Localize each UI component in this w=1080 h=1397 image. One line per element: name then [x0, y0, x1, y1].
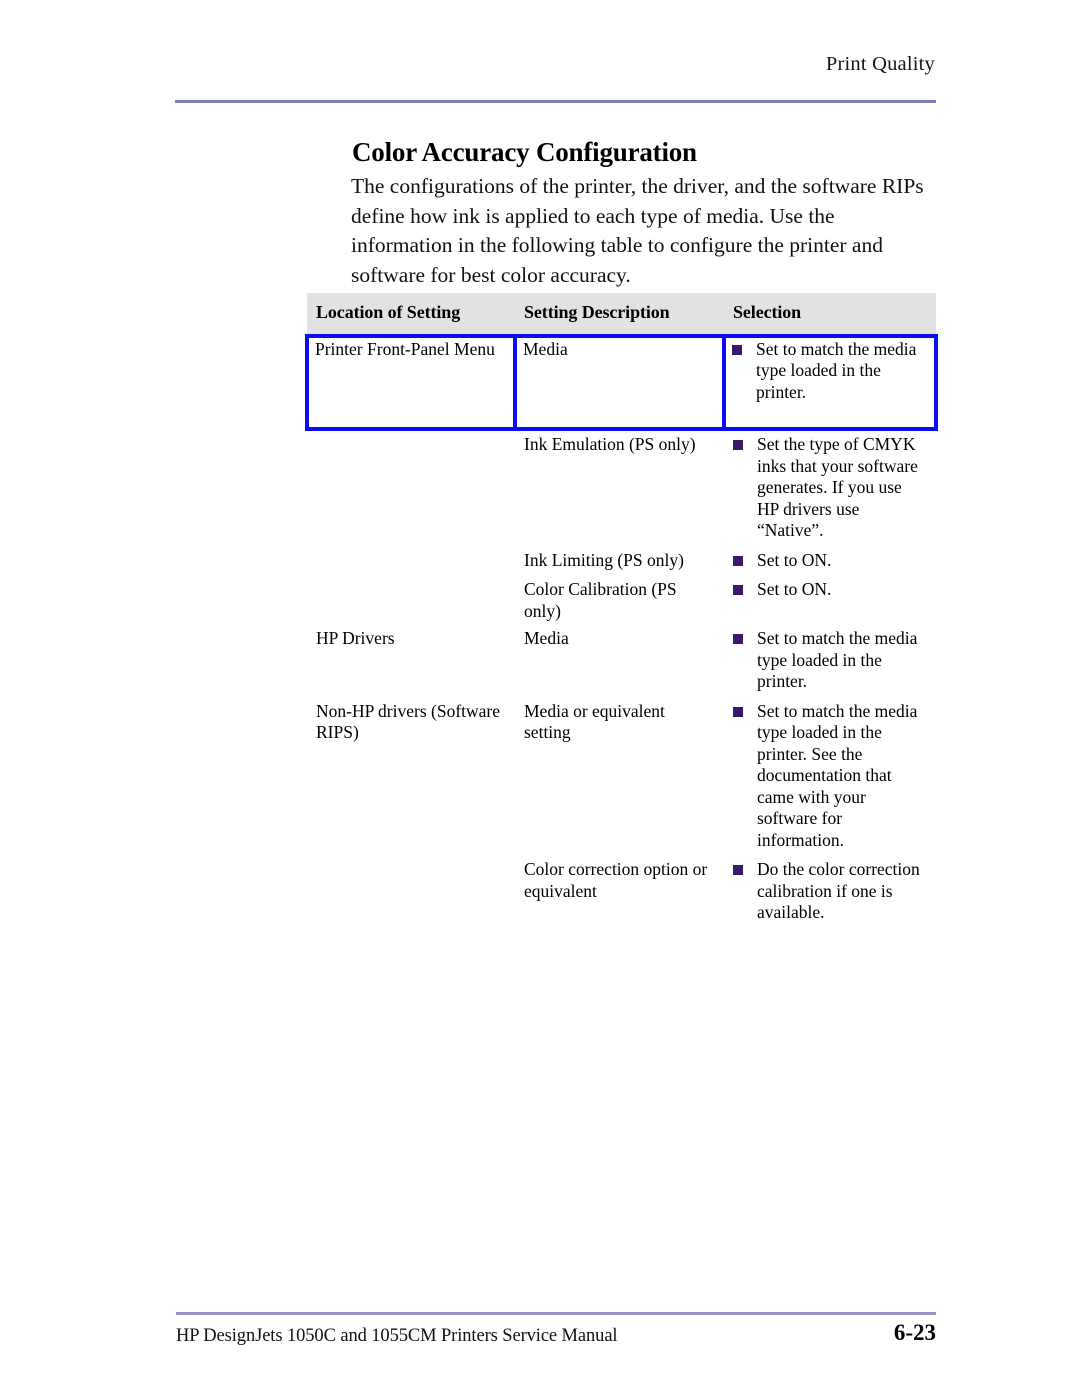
cell-location-text: HP Drivers	[316, 628, 395, 648]
selection-list: Set the type of CMYK inks that your soft…	[733, 434, 927, 542]
cell-description-text: Media	[523, 338, 568, 359]
column-header-description: Setting Description	[515, 293, 724, 336]
selection-list: Set to ON.	[733, 550, 927, 572]
square-bullet-icon	[733, 440, 743, 450]
selection-list: Do the color correction calibration if o…	[733, 859, 927, 924]
cell-spacer	[315, 360, 507, 426]
cell-description-text: Media	[524, 628, 569, 648]
cell-description: Color correction option or equivalent	[515, 856, 724, 929]
list-item-text: Set the type of CMYK inks that your soft…	[757, 434, 918, 540]
table-body: Printer Front-Panel Menu Media Set to ma…	[305, 333, 938, 929]
list-item: Do the color correction calibration if o…	[733, 859, 927, 924]
color-accuracy-table: Location of Setting Setting Description …	[305, 293, 938, 929]
cell-selection: Set to match the media type loaded in th…	[724, 625, 936, 698]
document-page: Print Quality Color Accuracy Configurati…	[0, 0, 1080, 1397]
cell-selection: Do the color correction calibration if o…	[724, 856, 936, 929]
column-header-location: Location of Setting	[307, 293, 515, 336]
cell-location-text: Non-HP drivers (Software RIPS)	[316, 700, 501, 743]
table-row[interactable]: Non-HP drivers (Software RIPS) Media or …	[307, 698, 936, 857]
cell-description-text: Media or equivalent setting	[524, 700, 665, 743]
square-bullet-icon	[733, 865, 743, 875]
table-row[interactable]: Ink Emulation (PS only) Set the type of …	[307, 429, 936, 547]
list-item-text: Set to ON.	[757, 549, 832, 570]
page-title: Color Accuracy Configuration	[352, 137, 697, 168]
square-bullet-icon	[733, 555, 743, 566]
cell-selection[interactable]: Set to match the media type loaded in th…	[722, 333, 938, 431]
cell-selection: Set to match the media type loaded in th…	[724, 698, 936, 857]
list-item: Set the type of CMYK inks that your soft…	[733, 434, 927, 542]
table-header-row: Location of Setting Setting Description …	[307, 293, 936, 336]
cell-selection: Set the type of CMYK inks that your soft…	[724, 429, 936, 547]
list-item-text: Set to match the media type loaded in th…	[757, 700, 918, 850]
table-row[interactable]: HP Drivers Media Set to match the media …	[307, 625, 936, 698]
cell-description: Ink Emulation (PS only)	[515, 429, 724, 547]
cell-location	[307, 429, 515, 547]
selection-list: Set to match the media type loaded in th…	[733, 628, 927, 693]
cell-location: Non-HP drivers (Software RIPS)	[307, 698, 515, 857]
list-item: Set to match the media type loaded in th…	[733, 701, 927, 852]
table-row[interactable]: Color correction option or equivalent Do…	[307, 856, 936, 929]
intro-text: The configurations of the printer, the d…	[351, 174, 924, 287]
square-bullet-icon	[733, 634, 743, 644]
square-bullet-icon	[733, 706, 743, 717]
cell-selection: Set to ON.	[724, 547, 936, 577]
selection-list: Set to match the media type loaded in th…	[733, 701, 927, 852]
square-bullet-icon	[733, 585, 743, 595]
cell-description-text: Ink Emulation (PS only)	[524, 434, 696, 454]
cell-location	[307, 547, 515, 577]
list-item: Set to ON.	[733, 550, 927, 572]
list-item: Set to match the media type loaded in th…	[732, 339, 928, 404]
cell-description-text: Color Calibration (PS only)	[524, 579, 677, 621]
cell-description-text: Color correction option or equivalent	[524, 859, 708, 901]
list-item-text: Set to ON.	[757, 579, 832, 599]
cell-location	[307, 576, 515, 625]
selection-list: Set to match the media type loaded in th…	[732, 339, 928, 404]
cell-description[interactable]: Media	[513, 333, 726, 431]
column-header-selection: Selection	[724, 293, 936, 336]
cell-location[interactable]: Printer Front-Panel Menu	[305, 333, 517, 431]
table-row[interactable]: Ink Limiting (PS only) Set to ON.	[307, 547, 936, 577]
cell-location-text: Printer Front-Panel Menu	[315, 338, 495, 359]
list-item: Set to match the media type loaded in th…	[733, 628, 927, 693]
footer-page-number: 6-23	[893, 1320, 936, 1345]
cell-description-text: Ink Limiting (PS only)	[524, 549, 684, 570]
header-divider-rule	[175, 100, 936, 103]
running-header: Print Quality	[825, 53, 935, 75]
cell-location	[307, 856, 515, 929]
cell-description: Media or equivalent setting	[515, 698, 724, 857]
footer-divider-rule	[176, 1312, 936, 1315]
list-item-text: Do the color correction calibration if o…	[757, 859, 920, 922]
selection-list: Set to ON.	[733, 579, 927, 601]
table-row[interactable]: Printer Front-Panel Menu Media Set to ma…	[305, 333, 938, 431]
square-bullet-icon	[732, 344, 742, 355]
list-item: Set to ON.	[733, 579, 927, 601]
list-item-text: Set to match the media type loaded in th…	[757, 628, 918, 691]
cell-selection: Set to ON.	[724, 576, 936, 625]
color-accuracy-table-wrapper: Location of Setting Setting Description …	[305, 293, 938, 929]
table-row[interactable]: Color Calibration (PS only) Set to ON.	[307, 576, 936, 625]
cell-description: Media	[515, 625, 724, 698]
list-item-text: Set to match the media type loaded in th…	[756, 338, 917, 402]
footer-manual-title: HP DesignJets 1050C and 1055CM Printers …	[176, 1326, 618, 1346]
cell-description: Ink Limiting (PS only)	[515, 547, 724, 577]
intro-paragraph: The configurations of the printer, the d…	[351, 172, 941, 290]
table-header: Location of Setting Setting Description …	[307, 293, 936, 336]
cell-description: Color Calibration (PS only)	[515, 576, 724, 625]
cell-location: HP Drivers	[307, 625, 515, 698]
